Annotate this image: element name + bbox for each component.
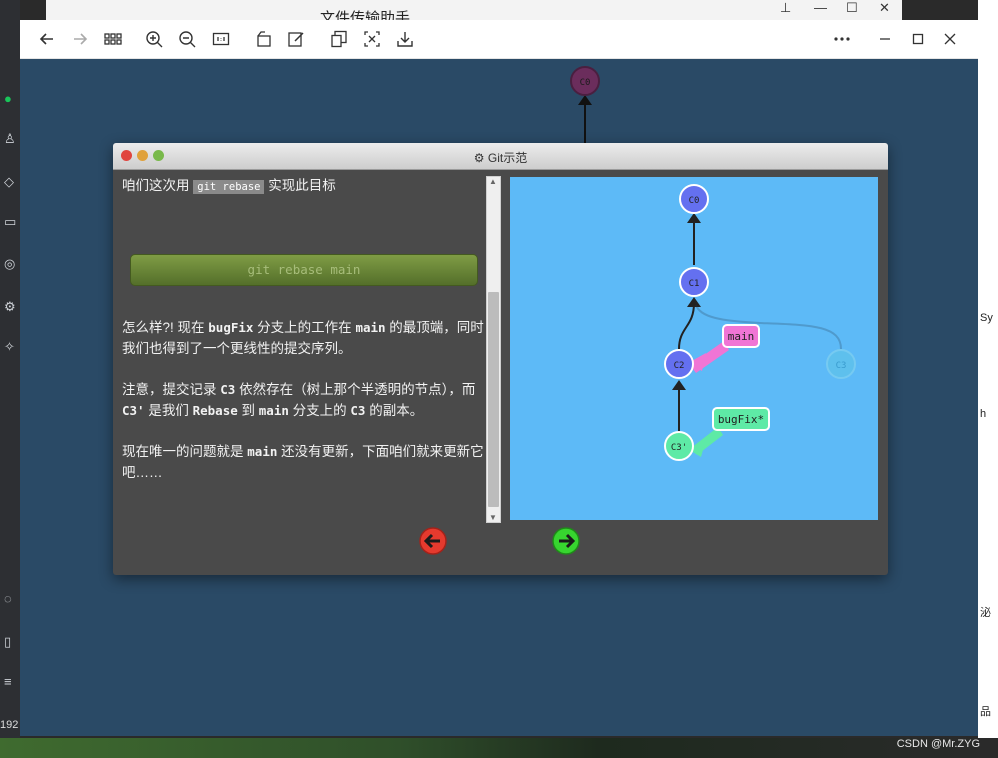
ghost-commit-label: C3 [836, 361, 847, 371]
maximize-icon[interactable] [908, 29, 928, 49]
watermark: CSDN @Mr.ZYG [896, 738, 980, 750]
paragraph-1: 怎么样?! 现在 bugFix 分支上的工作在 main 的最顶端，同时我们也得… [122, 320, 484, 356]
previous-arrow-icon[interactable] [419, 527, 447, 555]
minimize-icon[interactable] [875, 29, 895, 49]
outer-commit-label: C0 [580, 78, 591, 88]
contacts-icon[interactable]: ♙ [4, 132, 18, 146]
taskbar: CSDN @Mr.ZYG [0, 738, 998, 758]
right-edge-text: h [980, 408, 987, 420]
edge-arrow [687, 213, 701, 223]
close-icon[interactable]: ✕ [879, 0, 890, 16]
outer-tree-arrow [578, 95, 592, 105]
dialog-title: ⚙ Git示范 [113, 149, 888, 166]
commit-label: C0 [689, 196, 700, 206]
intro-badge: git rebase [193, 180, 265, 194]
save-icon[interactable] [395, 29, 415, 49]
right-edge-text: 品 [980, 706, 991, 718]
search-icon[interactable]: ◌ [4, 592, 18, 606]
dialog-titlebar: ⚙ Git示范 [113, 143, 888, 170]
intro-line: 咱们这次用 git rebase 实现此目标 [122, 175, 336, 198]
plugin-icon[interactable]: ⚙ [4, 300, 18, 314]
actual-size-icon[interactable] [211, 29, 231, 49]
commit-label: C1 [689, 279, 700, 289]
desktop-left-strip: ● ♙ ◇ ▭ ◎ ⚙ ✧ ◌ ▯ ≡ 192 [0, 0, 20, 758]
scroll-up-icon[interactable]: ▲ [489, 177, 497, 186]
more-icon[interactable] [832, 29, 852, 49]
forward-icon[interactable] [70, 29, 90, 49]
instruction-pane: 咱们这次用 git rebase 实现此目标 git rebase main 怎… [113, 175, 488, 525]
image-canvas: C0 ⚙ Git示范 咱们这次用 git rebase 实现此目标 git re… [20, 59, 978, 736]
git-demo-dialog: ⚙ Git示范 咱们这次用 git rebase 实现此目标 git rebas… [113, 143, 888, 575]
pin-icon[interactable]: ⊥ [780, 0, 791, 16]
left-edge-text: 192 [0, 719, 19, 731]
right-edge-text: 泌 [980, 607, 991, 619]
edge-arrow [672, 380, 686, 390]
back-icon[interactable] [37, 29, 57, 49]
viewer-toolbar [20, 20, 978, 59]
minimize-icon[interactable]: — [814, 0, 827, 15]
command-button[interactable]: git rebase main [130, 254, 478, 286]
gear-icon: ⚙ [473, 151, 485, 165]
next-arrow-icon[interactable] [552, 527, 580, 555]
head-commit-label: C3' [671, 443, 687, 453]
maximize-icon[interactable]: ☐ [846, 0, 858, 16]
text-scrollbar[interactable]: ▲ ▼ [486, 176, 501, 523]
edit-icon[interactable] [286, 29, 306, 49]
folder-icon[interactable]: ▭ [4, 215, 18, 229]
miniapp-icon[interactable]: ✧ [4, 340, 18, 354]
menu-icon[interactable]: ≡ [4, 675, 18, 689]
intro-suffix: 实现此目标 [268, 178, 336, 193]
commit-label: C2 [674, 361, 685, 371]
image-viewer-window: C0 ⚙ Git示范 咱们这次用 git rebase 实现此目标 git re… [20, 20, 978, 736]
wechat-icon[interactable]: ● [4, 92, 18, 106]
rotate-icon[interactable] [254, 29, 274, 49]
zoom-in-icon[interactable] [144, 29, 164, 49]
moments-icon[interactable]: ◎ [4, 257, 18, 271]
grid-icon[interactable] [103, 29, 123, 49]
cube-icon[interactable]: ◇ [4, 175, 18, 189]
copy-icon[interactable] [329, 29, 349, 49]
paragraph-3: 现在唯一的问题就是 main 还没有更新，下面咱们就来更新它吧…… [122, 444, 484, 480]
background-chat-window: 文件传输助手 ⊥ — ☐ ✕ [46, 0, 902, 27]
intro-prefix: 咱们这次用 [122, 178, 190, 193]
main-branch-label: main [728, 330, 755, 343]
git-tree-visualization: main bugFix* C0 C1 C2 C3 C3' [510, 177, 878, 520]
git-tree-svg: main bugFix* C0 C1 C2 C3 C3' [664, 184, 856, 461]
dialog-title-text: Git示范 [487, 151, 528, 165]
desktop-right-strip: Sy h 泌 品 [978, 0, 998, 758]
bugfix-branch-label: bugFix* [718, 413, 764, 426]
edge-c3-c1-ghost [695, 304, 842, 350]
edge-arrow [687, 297, 701, 307]
right-edge-text: Sy [980, 312, 993, 324]
close-icon[interactable] [940, 29, 960, 49]
outer-tree: C0 [570, 66, 600, 147]
edge-c2-c1 [678, 302, 695, 350]
zoom-out-icon[interactable] [177, 29, 197, 49]
crop-icon[interactable] [362, 29, 382, 49]
paragraph-2: 注意，提交记录 C3 依然存在（树上那个半透明的节点），而 C3' 是我们 Re… [122, 382, 476, 418]
phone-icon[interactable]: ▯ [4, 635, 18, 649]
scroll-thumb[interactable] [488, 292, 499, 507]
scroll-down-icon[interactable]: ▼ [489, 513, 497, 522]
